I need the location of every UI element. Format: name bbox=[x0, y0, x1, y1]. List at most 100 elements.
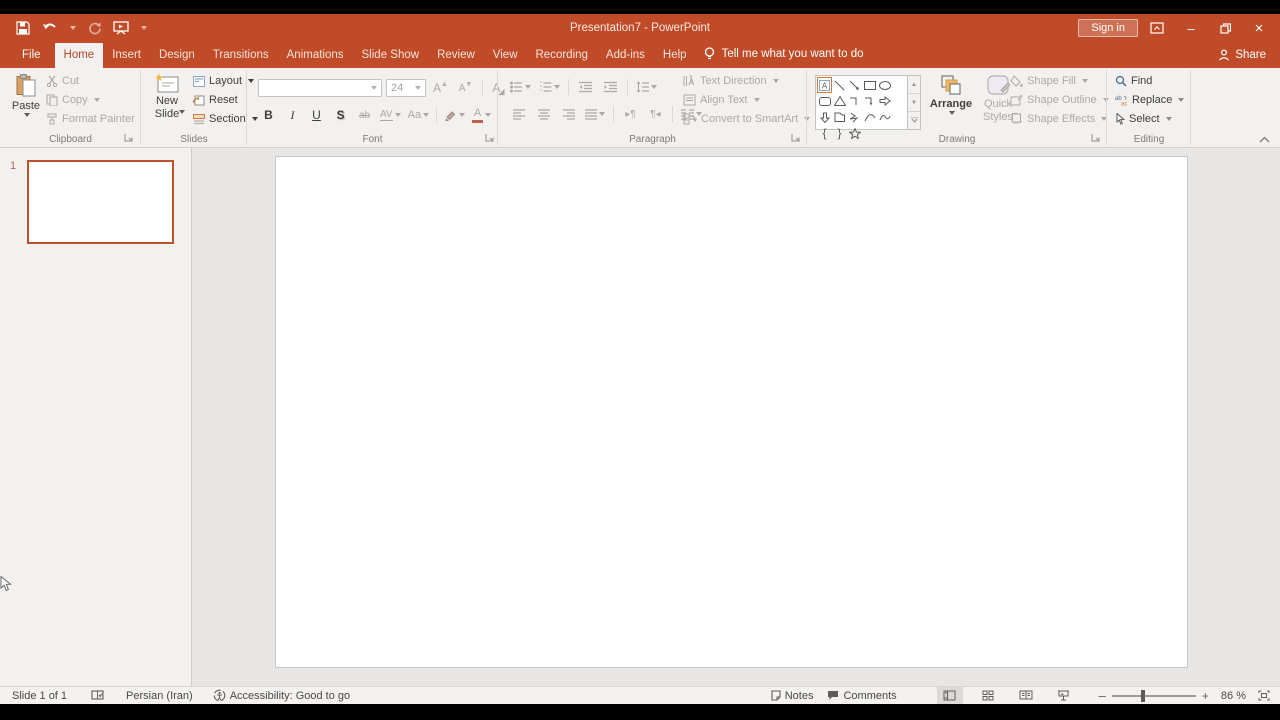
slide-sorter-view-button[interactable] bbox=[975, 687, 1001, 704]
shape-rectangle-icon[interactable] bbox=[862, 77, 877, 93]
zoom-out-button[interactable]: – bbox=[1099, 688, 1106, 703]
layout-button[interactable]: Layout bbox=[193, 75, 254, 87]
tab-design[interactable]: Design bbox=[150, 43, 204, 68]
tab-view[interactable]: View bbox=[484, 43, 527, 68]
shape-triangle-icon[interactable] bbox=[832, 93, 847, 109]
tab-help[interactable]: Help bbox=[654, 43, 696, 68]
clipboard-dialog-launcher-icon[interactable] bbox=[124, 133, 134, 143]
character-spacing-button[interactable]: AV bbox=[380, 105, 401, 125]
accessibility-status[interactable]: Accessibility: Good to go bbox=[230, 690, 350, 702]
fit-slide-to-window-icon[interactable] bbox=[1258, 690, 1270, 701]
align-text-dropdown-icon[interactable] bbox=[754, 98, 760, 102]
right-to-left-direction-button[interactable]: ¶◂ bbox=[647, 104, 664, 124]
tab-animations[interactable]: Animations bbox=[278, 43, 353, 68]
tab-review[interactable]: Review bbox=[428, 43, 484, 68]
share-button[interactable]: Share bbox=[1204, 43, 1280, 68]
shape-down-arrow-icon[interactable] bbox=[817, 109, 832, 125]
replace-dropdown-icon[interactable] bbox=[1178, 98, 1184, 102]
collapse-ribbon-icon[interactable] bbox=[1259, 136, 1270, 143]
tab-recording[interactable]: Recording bbox=[527, 43, 597, 68]
sign-in-button[interactable]: Sign in bbox=[1078, 19, 1138, 37]
tab-add-ins[interactable]: Add-ins bbox=[597, 43, 654, 68]
slide-thumbnail-panel[interactable]: 1 bbox=[0, 148, 192, 686]
arrange-dropdown-icon[interactable] bbox=[949, 111, 955, 115]
copy-button[interactable]: Copy bbox=[46, 94, 100, 106]
shape-fill-dropdown-icon[interactable] bbox=[1082, 79, 1088, 83]
cut-button[interactable]: Cut bbox=[46, 75, 79, 87]
reading-view-button[interactable] bbox=[1013, 687, 1039, 704]
zoom-level[interactable]: 86 % bbox=[1221, 690, 1246, 702]
align-left-button[interactable] bbox=[510, 104, 527, 124]
increase-font-size-button[interactable]: A▲ bbox=[432, 78, 449, 98]
zoom-slider-handle[interactable] bbox=[1141, 690, 1145, 702]
shape-arc-icon[interactable] bbox=[862, 109, 877, 125]
minimize-button[interactable]: – bbox=[1176, 16, 1206, 40]
save-icon[interactable] bbox=[14, 18, 32, 38]
align-right-button[interactable] bbox=[560, 104, 577, 124]
bold-button[interactable]: B bbox=[260, 105, 277, 125]
shape-freeform-icon[interactable] bbox=[847, 109, 862, 125]
shape-gallery[interactable]: A { } bbox=[815, 75, 908, 130]
redo-icon[interactable] bbox=[85, 18, 103, 38]
left-to-right-direction-button[interactable]: ▸¶ bbox=[622, 104, 639, 124]
shape-effects-button[interactable]: Shape Effects bbox=[1010, 113, 1107, 125]
tab-file[interactable]: File bbox=[8, 43, 55, 68]
shape-rounded-rectangle-icon[interactable] bbox=[817, 93, 832, 109]
paste-dropdown-icon[interactable] bbox=[24, 113, 30, 117]
select-dropdown-icon[interactable] bbox=[1166, 117, 1172, 121]
shape-text-box-icon[interactable]: A bbox=[817, 77, 832, 93]
text-shadow-button[interactable]: S bbox=[332, 105, 349, 125]
line-spacing-button[interactable] bbox=[636, 77, 657, 97]
italic-button[interactable]: I bbox=[284, 105, 301, 125]
ribbon-display-options-icon[interactable] bbox=[1142, 16, 1172, 40]
font-color-button[interactable]: A bbox=[472, 105, 491, 125]
paste-button[interactable]: Paste bbox=[8, 74, 44, 117]
undo-dropdown-icon[interactable] bbox=[68, 18, 76, 38]
tab-insert[interactable]: Insert bbox=[103, 43, 150, 68]
shape-elbow-connector-icon[interactable] bbox=[847, 93, 862, 109]
font-size-combobox[interactable]: 24 bbox=[386, 79, 426, 97]
shape-corner-icon[interactable] bbox=[832, 109, 847, 125]
start-from-beginning-icon[interactable] bbox=[112, 18, 130, 38]
new-slide-dropdown-icon[interactable] bbox=[179, 110, 185, 114]
find-button[interactable]: Find bbox=[1115, 75, 1152, 87]
customize-qat-icon[interactable] bbox=[139, 18, 147, 38]
undo-icon[interactable] bbox=[41, 18, 59, 38]
arrange-button[interactable]: Arrange bbox=[929, 74, 973, 115]
strikethrough-button[interactable]: ab bbox=[356, 105, 373, 125]
font-dialog-launcher-icon[interactable] bbox=[485, 133, 495, 143]
paragraph-dialog-launcher-icon[interactable] bbox=[791, 133, 801, 143]
tab-slide-show[interactable]: Slide Show bbox=[353, 43, 429, 68]
slide-canvas[interactable] bbox=[275, 156, 1188, 668]
shape-arrow-icon[interactable] bbox=[847, 77, 862, 93]
slide-thumbnail[interactable] bbox=[27, 160, 174, 244]
notes-button[interactable]: Notes bbox=[771, 690, 814, 702]
shape-outline-button[interactable]: Shape Outline bbox=[1010, 94, 1109, 106]
spell-check-icon[interactable] bbox=[91, 690, 104, 701]
tab-home[interactable]: Home bbox=[55, 43, 104, 68]
reset-button[interactable]: Reset bbox=[193, 94, 238, 106]
text-highlight-button[interactable] bbox=[444, 105, 465, 125]
shape-fill-button[interactable]: Shape Fill bbox=[1010, 75, 1088, 87]
slide-show-view-button[interactable] bbox=[1051, 687, 1077, 704]
restore-button[interactable] bbox=[1210, 16, 1240, 40]
font-name-combobox[interactable] bbox=[258, 79, 382, 97]
replace-button[interactable]: abac Replace bbox=[1115, 94, 1184, 106]
font-size-dropdown-icon[interactable] bbox=[415, 86, 421, 90]
numbering-button[interactable] bbox=[539, 77, 560, 97]
zoom-in-button[interactable]: + bbox=[1202, 689, 1209, 703]
format-painter-button[interactable]: Format Painter bbox=[46, 113, 135, 125]
shapes-more-icon[interactable] bbox=[908, 112, 920, 129]
language-indicator[interactable]: Persian (Iran) bbox=[126, 690, 193, 702]
shapes-scroll-up-icon[interactable]: ▲ bbox=[908, 76, 920, 93]
shapes-scroll-down-icon[interactable]: ▼ bbox=[908, 93, 920, 112]
comments-button[interactable]: Comments bbox=[827, 690, 896, 702]
font-name-dropdown-icon[interactable] bbox=[371, 86, 377, 90]
close-button[interactable]: × bbox=[1244, 16, 1274, 40]
text-direction-dropdown-icon[interactable] bbox=[773, 79, 779, 83]
shape-curve-icon[interactable] bbox=[877, 109, 892, 125]
tab-transitions[interactable]: Transitions bbox=[204, 43, 278, 68]
select-button[interactable]: Select bbox=[1115, 113, 1172, 125]
text-direction-button[interactable]: Text Direction bbox=[683, 75, 779, 87]
underline-button[interactable]: U bbox=[308, 105, 325, 125]
